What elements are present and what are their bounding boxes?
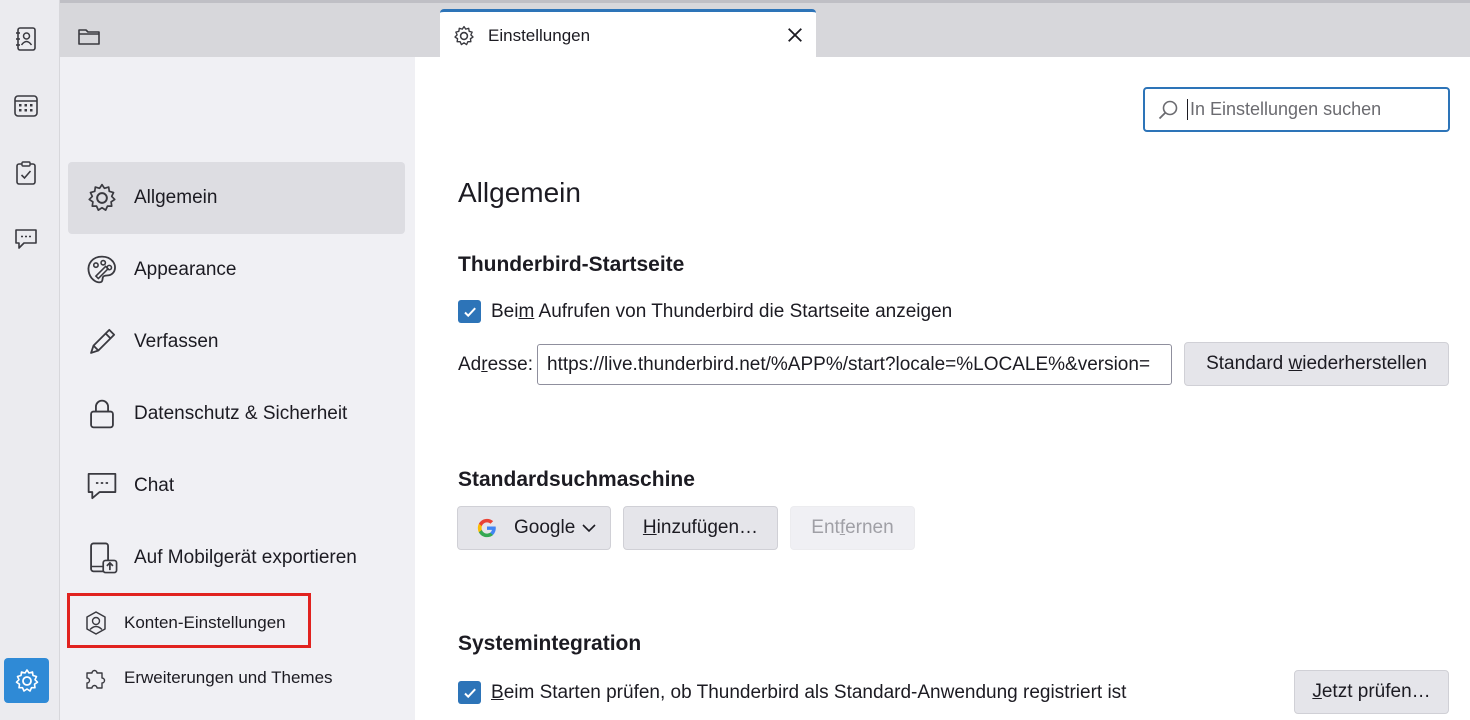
tasks-icon	[16, 161, 36, 185]
search-engine-select[interactable]: Google	[457, 506, 611, 550]
section-title-search-engine: Standardsuchmaschine	[458, 468, 695, 491]
sidebar-item-appearance[interactable]: Appearance	[68, 234, 405, 306]
gear-icon	[452, 23, 478, 49]
calendar-space-button[interactable]	[8, 88, 44, 124]
address-label: Adresse:	[458, 354, 533, 375]
tab-title: Einstellungen	[488, 26, 591, 45]
search-engine-value: Google	[514, 517, 576, 538]
calendar-icon	[14, 95, 38, 117]
palette-icon	[82, 250, 122, 290]
mobile-export-icon	[82, 538, 122, 578]
highlight-annotation	[67, 593, 311, 648]
tasks-space-button[interactable]	[8, 155, 44, 191]
sidebar-item-general[interactable]: Allgemein	[68, 162, 405, 234]
settings-content: Allgemein Thunderbird-Startseite Beim Au…	[415, 57, 1470, 720]
section-title-startpage: Thunderbird-Startseite	[458, 253, 685, 276]
sidebar-item-chat[interactable]: Chat	[68, 450, 405, 522]
startpage-checkbox-label: Beim Aufrufen von Thunderbird die Starts…	[491, 300, 953, 322]
tab-settings[interactable]: Einstellungen	[440, 9, 816, 60]
sidebar-item-privacy-security[interactable]: Datenschutz & Sicherheit	[68, 378, 405, 450]
chat-space-button[interactable]	[8, 221, 44, 257]
add-search-engine-button[interactable]: Hinzufügen…	[623, 506, 778, 550]
sidebar-item-addons-themes[interactable]: Erweiterungen und Themes	[68, 653, 405, 703]
tab-strip: Einstellungen	[60, 0, 1470, 60]
default-app-checkbox-row[interactable]: Beim Starten prüfen, ob Thunderbird als …	[458, 681, 1126, 704]
settings-space-button[interactable]	[4, 658, 49, 703]
close-icon[interactable]	[784, 24, 806, 46]
startpage-checkbox-row[interactable]: Beim Aufrufen von Thunderbird die Starts…	[458, 300, 952, 323]
startpage-checkbox[interactable]	[458, 300, 481, 323]
address-book-icon	[16, 27, 36, 51]
sidebar-item-export-mobile[interactable]: Auf Mobilgerät exportieren	[68, 522, 405, 594]
pencil-icon	[82, 322, 122, 362]
startpage-address-input[interactable]: https://live.thunderbird.net/%APP%/start…	[537, 344, 1172, 385]
gear-icon	[15, 668, 38, 692]
lock-icon	[82, 394, 122, 434]
sidebar-item-compose[interactable]: Verfassen	[68, 306, 405, 378]
check-now-button[interactable]: Jetzt prüfen…	[1294, 670, 1449, 714]
chat-icon	[82, 466, 122, 506]
checkmark-icon	[463, 688, 476, 698]
spaces-toolbar	[0, 0, 60, 720]
sidebar-item-label: Allgemein	[134, 187, 218, 208]
default-app-checkbox[interactable]	[458, 681, 481, 704]
gear-icon	[82, 178, 122, 218]
sidebar-item-label: Erweiterungen und Themes	[124, 668, 333, 687]
address-book-space-button[interactable]	[8, 21, 44, 57]
default-app-checkbox-label: Beim Starten prüfen, ob Thunderbird als …	[491, 681, 1127, 703]
chat-icon	[15, 229, 37, 249]
section-title-system-integration: Systemintegration	[458, 632, 642, 655]
sidebar-item-label: Auf Mobilgerät exportieren	[134, 547, 357, 568]
checkmark-icon	[463, 307, 476, 317]
sidebar-item-label: Verfassen	[134, 331, 219, 352]
chevron-down-icon	[582, 524, 596, 533]
page-title: Allgemein	[458, 177, 581, 208]
folder-icon	[78, 29, 100, 45]
puzzle-icon	[82, 664, 110, 692]
restore-default-button[interactable]: Standard w iederherstellen	[1184, 342, 1449, 386]
sidebar-item-label: Appearance	[134, 259, 237, 280]
sidebar-item-label: Datenschutz & Sicherheit	[134, 403, 348, 424]
mail-tab-button[interactable]	[74, 21, 104, 51]
google-icon	[477, 518, 496, 538]
sidebar-item-label: Chat	[134, 475, 175, 496]
search-icon	[1158, 100, 1178, 119]
settings-search-box[interactable]	[1143, 87, 1450, 132]
remove-search-engine-button[interactable]: Ent f ernen	[790, 506, 915, 550]
search-input[interactable]	[1187, 99, 1427, 120]
